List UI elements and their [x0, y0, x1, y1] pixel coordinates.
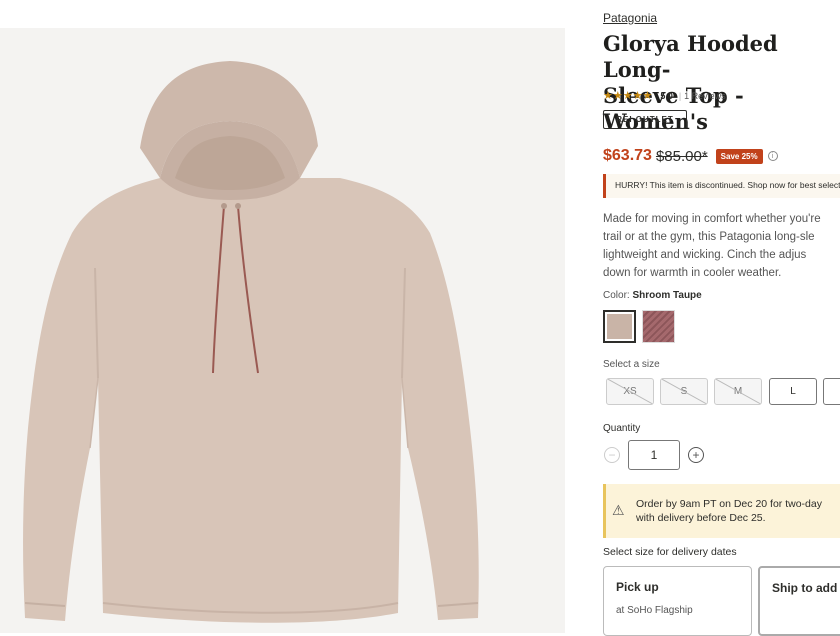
price-row: $63.73 $85.00* Save 25% i	[603, 147, 778, 165]
save-badge: Save 25%	[715, 148, 763, 164]
color-swatch-shroom-taupe[interactable]	[603, 310, 636, 343]
rating-divider: |	[678, 90, 682, 101]
original-price: $85.00*	[655, 147, 708, 165]
order-deadline-text: Order by 9am PT on Dec 20 for two-day wi…	[636, 497, 822, 525]
info-icon[interactable]: i	[767, 151, 778, 161]
size-option-m[interactable]: M	[714, 378, 762, 405]
sale-price: $63.73	[603, 147, 652, 164]
order-line: Order by 9am PT on Dec 20 for two-day	[636, 498, 822, 510]
product-description: Made for moving in comfort whether you'r…	[603, 210, 840, 282]
pickup-store: at SoHo Flagship	[616, 605, 693, 616]
selected-color-name: Shroom Taupe	[632, 290, 702, 301]
plus-icon[interactable]: +	[688, 447, 704, 463]
size-label: Select a size	[603, 359, 660, 370]
size-option-l[interactable]: L	[769, 378, 817, 405]
ship-option-card[interactable]: Ship to add	[758, 566, 840, 636]
color-label: Color: Shroom Taupe	[603, 290, 702, 301]
brand-link[interactable]: Patagonia	[603, 11, 657, 25]
color-label-prefix: Color:	[603, 290, 630, 301]
rating-row: ★★★★★ 5.0 | 1 Reviews	[603, 89, 726, 102]
pickup-title: Pick up	[616, 580, 659, 594]
description-line: Made for moving in comfort whether you'r…	[603, 213, 821, 225]
description-line: down for warmth in cooler weather.	[603, 267, 782, 279]
color-swatch-alternate[interactable]	[642, 310, 675, 343]
pickup-option-card[interactable]: Pick up at SoHo Flagship	[603, 566, 752, 636]
warning-icon: ⚠	[612, 502, 625, 518]
discontinued-notice: HURRY! This item is discontinued. Shop n…	[603, 174, 840, 198]
reviews-link[interactable]: 1 Reviews	[684, 91, 726, 101]
size-option-s[interactable]: S	[660, 378, 708, 405]
product-image[interactable]	[0, 28, 565, 633]
description-line: lightweight and wicking. Cinch the adjus	[603, 249, 807, 261]
rei-outlet-badge: REI OUTLET	[603, 110, 687, 129]
rating-value: 5.0	[660, 90, 673, 101]
product-title-line: Glorya Hooded Long-	[603, 31, 778, 82]
star-rating-icon: ★★★★★	[603, 90, 653, 102]
order-line: with delivery before Dec 25.	[636, 512, 766, 524]
order-deadline-banner: ⚠ Order by 9am PT on Dec 20 for two-day …	[603, 484, 840, 538]
size-option-more[interactable]	[823, 378, 840, 405]
minus-icon[interactable]: −	[604, 447, 620, 463]
delivery-dates-label: Select size for delivery dates	[603, 546, 737, 558]
ship-title: Ship to add	[772, 581, 838, 595]
quantity-input[interactable]: 1	[628, 440, 680, 470]
quantity-label: Quantity	[603, 423, 641, 434]
product-image-area	[0, 28, 565, 633]
description-line: trail or at the gym, this Patagonia long…	[603, 231, 815, 243]
size-option-xs[interactable]: XS	[606, 378, 654, 405]
